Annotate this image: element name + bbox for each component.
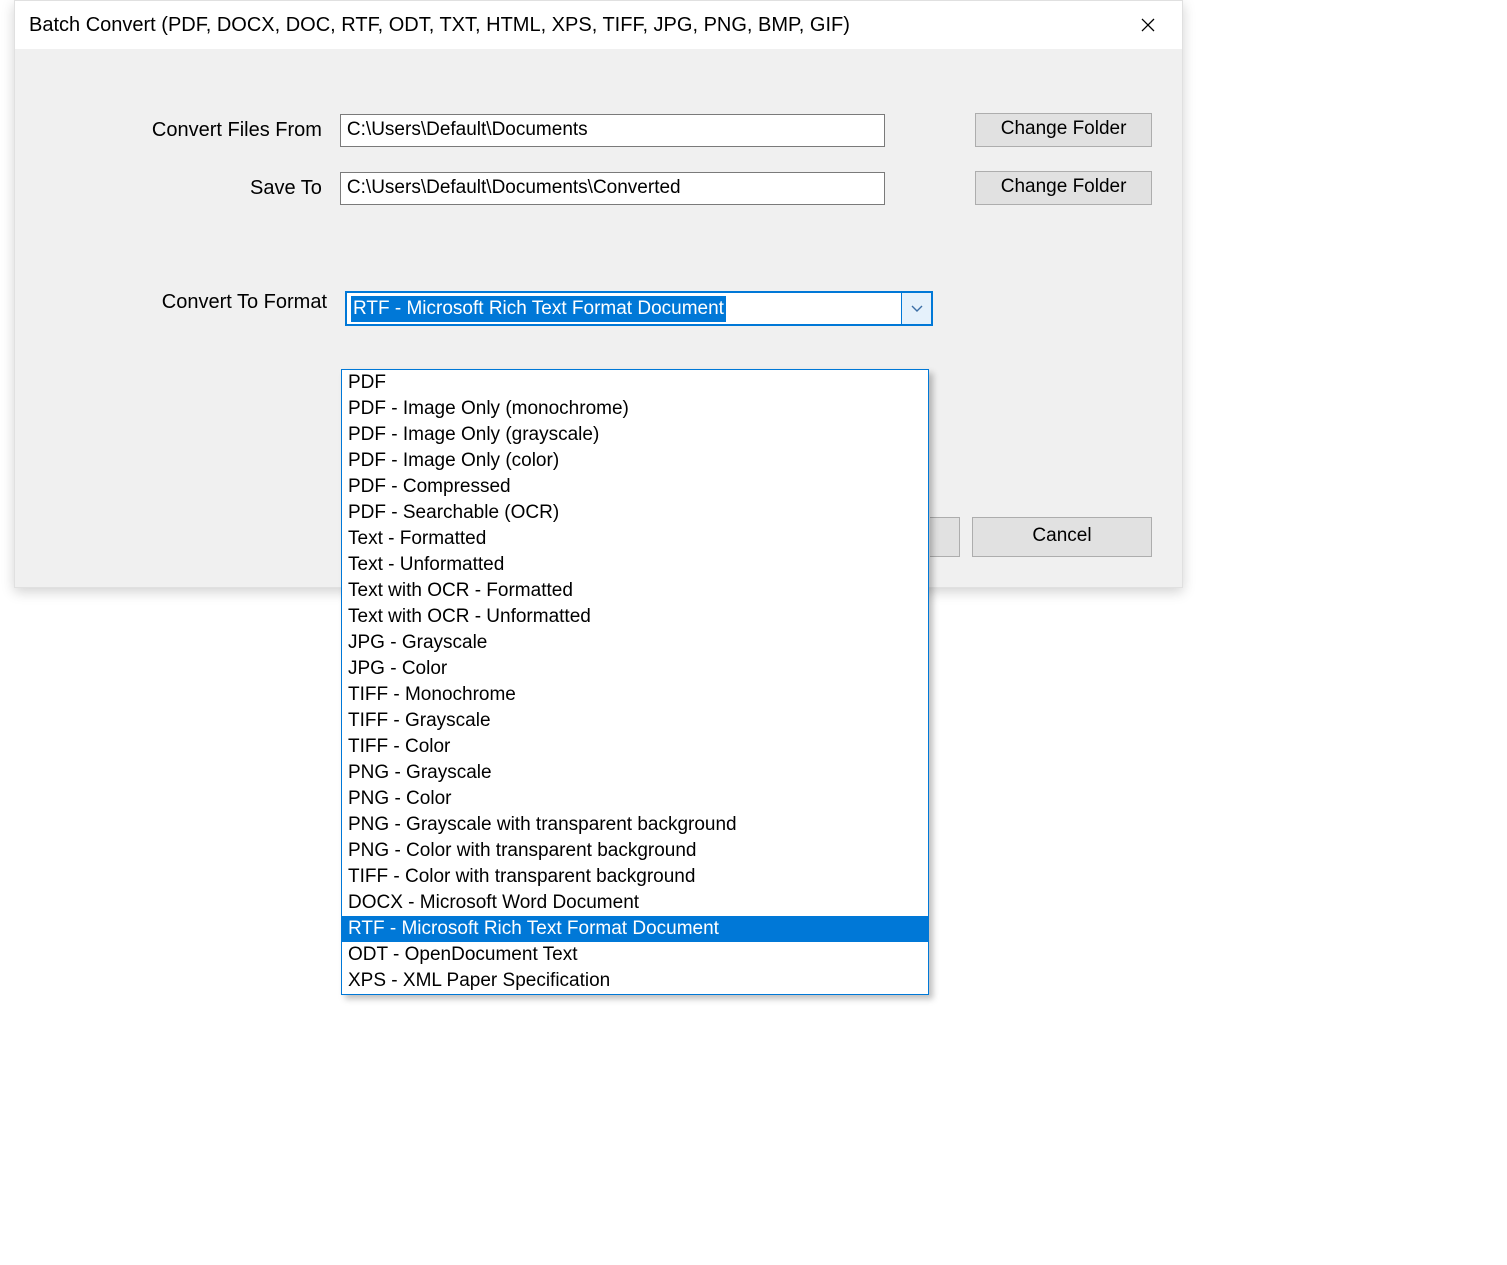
format-option[interactable]: TIFF - Color <box>342 734 928 760</box>
format-option[interactable]: PDF - Image Only (monochrome) <box>342 396 928 422</box>
chevron-down-icon <box>911 305 923 313</box>
format-option[interactable]: TIFF - Color with transparent background <box>342 864 928 890</box>
convert-from-input[interactable] <box>340 114 885 147</box>
format-option[interactable]: Text with OCR - Unformatted <box>342 604 928 630</box>
format-dropdown-list[interactable]: PDFPDF - Image Only (monochrome)PDF - Im… <box>341 369 929 995</box>
format-option[interactable]: JPG - Grayscale <box>342 630 928 656</box>
format-option[interactable]: PDF - Image Only (color) <box>342 448 928 474</box>
format-option[interactable]: ODT - OpenDocument Text <box>342 942 928 968</box>
change-folder-saveto-button[interactable]: Change Folder <box>975 171 1152 205</box>
format-combobox-arrow[interactable] <box>901 293 931 324</box>
save-to-input[interactable] <box>340 172 885 205</box>
format-option[interactable]: PDF <box>342 370 928 396</box>
format-option[interactable]: DOCX - Microsoft Word Document <box>342 890 928 916</box>
row-format: Convert To Format RTF - Microsoft Rich T… <box>45 291 1152 326</box>
format-option[interactable]: PDF - Image Only (grayscale) <box>342 422 928 448</box>
titlebar: Batch Convert (PDF, DOCX, DOC, RTF, ODT,… <box>15 1 1182 49</box>
label-convert-from: Convert Files From <box>45 119 340 142</box>
format-option[interactable]: Text - Unformatted <box>342 552 928 578</box>
row-save-to: Save To Change Folder <box>45 171 1152 205</box>
dialog-title: Batch Convert (PDF, DOCX, DOC, RTF, ODT,… <box>29 14 850 37</box>
occluded-button-edge[interactable] <box>930 517 960 557</box>
format-option[interactable]: PNG - Grayscale with transparent backgro… <box>342 812 928 838</box>
format-option[interactable]: JPG - Color <box>342 656 928 682</box>
format-option[interactable]: PNG - Color with transparent background <box>342 838 928 864</box>
row-convert-from: Convert Files From Change Folder <box>45 113 1152 147</box>
format-option[interactable]: PNG - Color <box>342 786 928 812</box>
format-option[interactable]: Text - Formatted <box>342 526 928 552</box>
format-combobox[interactable]: RTF - Microsoft Rich Text Format Documen… <box>345 291 933 326</box>
format-combo-wrap: RTF - Microsoft Rich Text Format Documen… <box>345 291 933 326</box>
close-icon <box>1141 18 1155 32</box>
format-option[interactable]: PNG - Grayscale <box>342 760 928 786</box>
format-selected-display: RTF - Microsoft Rich Text Format Documen… <box>347 293 901 324</box>
cancel-button[interactable]: Cancel <box>972 517 1152 557</box>
close-button[interactable] <box>1128 11 1168 39</box>
format-selected-text: RTF - Microsoft Rich Text Format Documen… <box>351 296 726 322</box>
format-option[interactable]: RTF - Microsoft Rich Text Format Documen… <box>342 916 928 942</box>
format-option[interactable]: Text with OCR - Formatted <box>342 578 928 604</box>
format-option[interactable]: PDF - Compressed <box>342 474 928 500</box>
format-option[interactable]: XPS - XML Paper Specification <box>342 968 928 994</box>
format-option[interactable]: TIFF - Monochrome <box>342 682 928 708</box>
format-option[interactable]: PDF - Searchable (OCR) <box>342 500 928 526</box>
format-option[interactable]: TIFF - Grayscale <box>342 708 928 734</box>
change-folder-from-button[interactable]: Change Folder <box>975 113 1152 147</box>
label-save-to: Save To <box>45 177 340 200</box>
label-format: Convert To Format <box>45 291 345 314</box>
